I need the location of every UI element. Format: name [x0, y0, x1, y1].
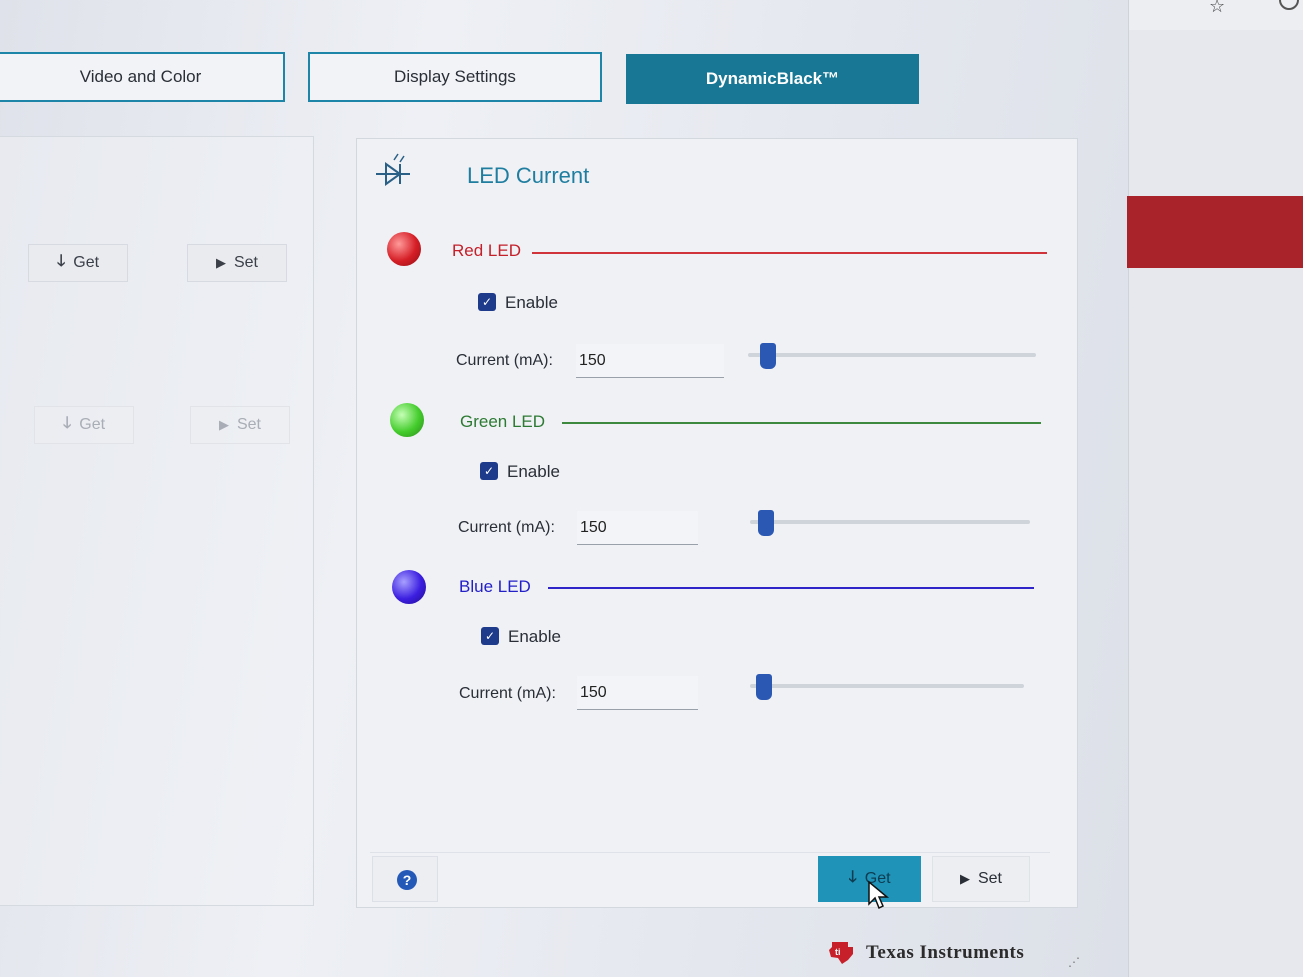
company-name: Texas Instruments	[866, 942, 1025, 963]
mouse-cursor-icon	[868, 880, 890, 910]
green-led-divider	[562, 422, 1041, 424]
blue-led-current-input[interactable]	[577, 676, 698, 710]
red-led-current-slider[interactable]	[748, 353, 1036, 357]
blue-led-enable-checkbox[interactable]: ✓	[481, 627, 499, 645]
green-led-current-input[interactable]	[577, 511, 698, 545]
enable-label: Enable	[507, 462, 560, 481]
button-label: Set	[233, 254, 258, 271]
red-led-enable-checkbox[interactable]: ✓	[478, 293, 496, 311]
arrow-down-icon: 🡓	[62, 414, 72, 432]
green-led-enable-checkbox[interactable]: ✓	[480, 462, 498, 480]
arrow-down-icon: 🡓	[56, 252, 66, 270]
green-led-label: Green LED	[460, 412, 546, 431]
current-label: Current (mA):	[458, 519, 555, 536]
red-banner	[1127, 196, 1303, 268]
blue-led-current-slider[interactable]	[750, 684, 1024, 688]
blue-led-divider	[548, 587, 1034, 589]
left-set-button[interactable]: ▶ Set	[187, 244, 287, 282]
ti-logo: ti	[829, 942, 853, 964]
enable-label: Enable	[508, 627, 561, 646]
tab-display-settings[interactable]: Display Settings	[308, 52, 602, 102]
button-label: Set	[236, 416, 261, 433]
play-icon: ▶	[218, 417, 229, 432]
tab-video-and-color[interactable]: Video and Color	[0, 52, 285, 102]
button-label: Get	[79, 416, 106, 433]
tab-label: DynamicBlack™	[705, 69, 840, 88]
button-label: Get	[73, 254, 100, 271]
red-led-indicator	[387, 232, 421, 266]
profile-icon[interactable]	[1279, 0, 1299, 10]
browser-side-strip: ☆	[1127, 0, 1303, 977]
green-led-indicator	[390, 403, 424, 437]
red-led-label: Red LED	[452, 241, 521, 260]
left-set-button-disabled[interactable]: ▶ Set	[190, 406, 290, 444]
play-icon: ▶	[959, 871, 970, 886]
blue-led-label: Blue LED	[459, 577, 531, 596]
red-led-slider-thumb[interactable]	[760, 343, 776, 369]
blue-led-slider-thumb[interactable]	[756, 674, 772, 700]
red-led-divider	[532, 252, 1047, 254]
red-led-current-input[interactable]	[576, 344, 724, 378]
blue-led-indicator	[392, 570, 426, 604]
left-get-button-disabled[interactable]: 🡓 Get	[34, 406, 134, 444]
green-led-current-slider[interactable]	[750, 520, 1030, 524]
bookmark-star-icon[interactable]: ☆	[1209, 0, 1225, 17]
panel-title: LED Current	[467, 163, 590, 188]
resize-grip-icon[interactable]: ⋰	[1068, 955, 1080, 969]
play-icon: ▶	[215, 255, 226, 270]
button-label: Set	[977, 870, 1002, 887]
tab-label: Video and Color	[79, 67, 202, 86]
set-button[interactable]: ▶ Set	[932, 856, 1030, 902]
left-get-button[interactable]: 🡓 Get	[28, 244, 128, 282]
tab-dynamicblack[interactable]: DynamicBlack™	[626, 54, 919, 104]
led-diode-icon	[376, 153, 410, 186]
browser-toolbar: ☆	[1129, 0, 1303, 30]
current-label: Current (mA):	[459, 685, 556, 702]
green-led-slider-thumb[interactable]	[758, 510, 774, 536]
svg-text:ti: ti	[835, 947, 841, 957]
tab-label: Display Settings	[394, 67, 516, 86]
current-label: Current (mA):	[456, 352, 553, 369]
arrow-down-icon: 🡓	[848, 868, 857, 886]
help-icon[interactable]: ?	[397, 870, 417, 890]
enable-label: Enable	[505, 293, 558, 312]
